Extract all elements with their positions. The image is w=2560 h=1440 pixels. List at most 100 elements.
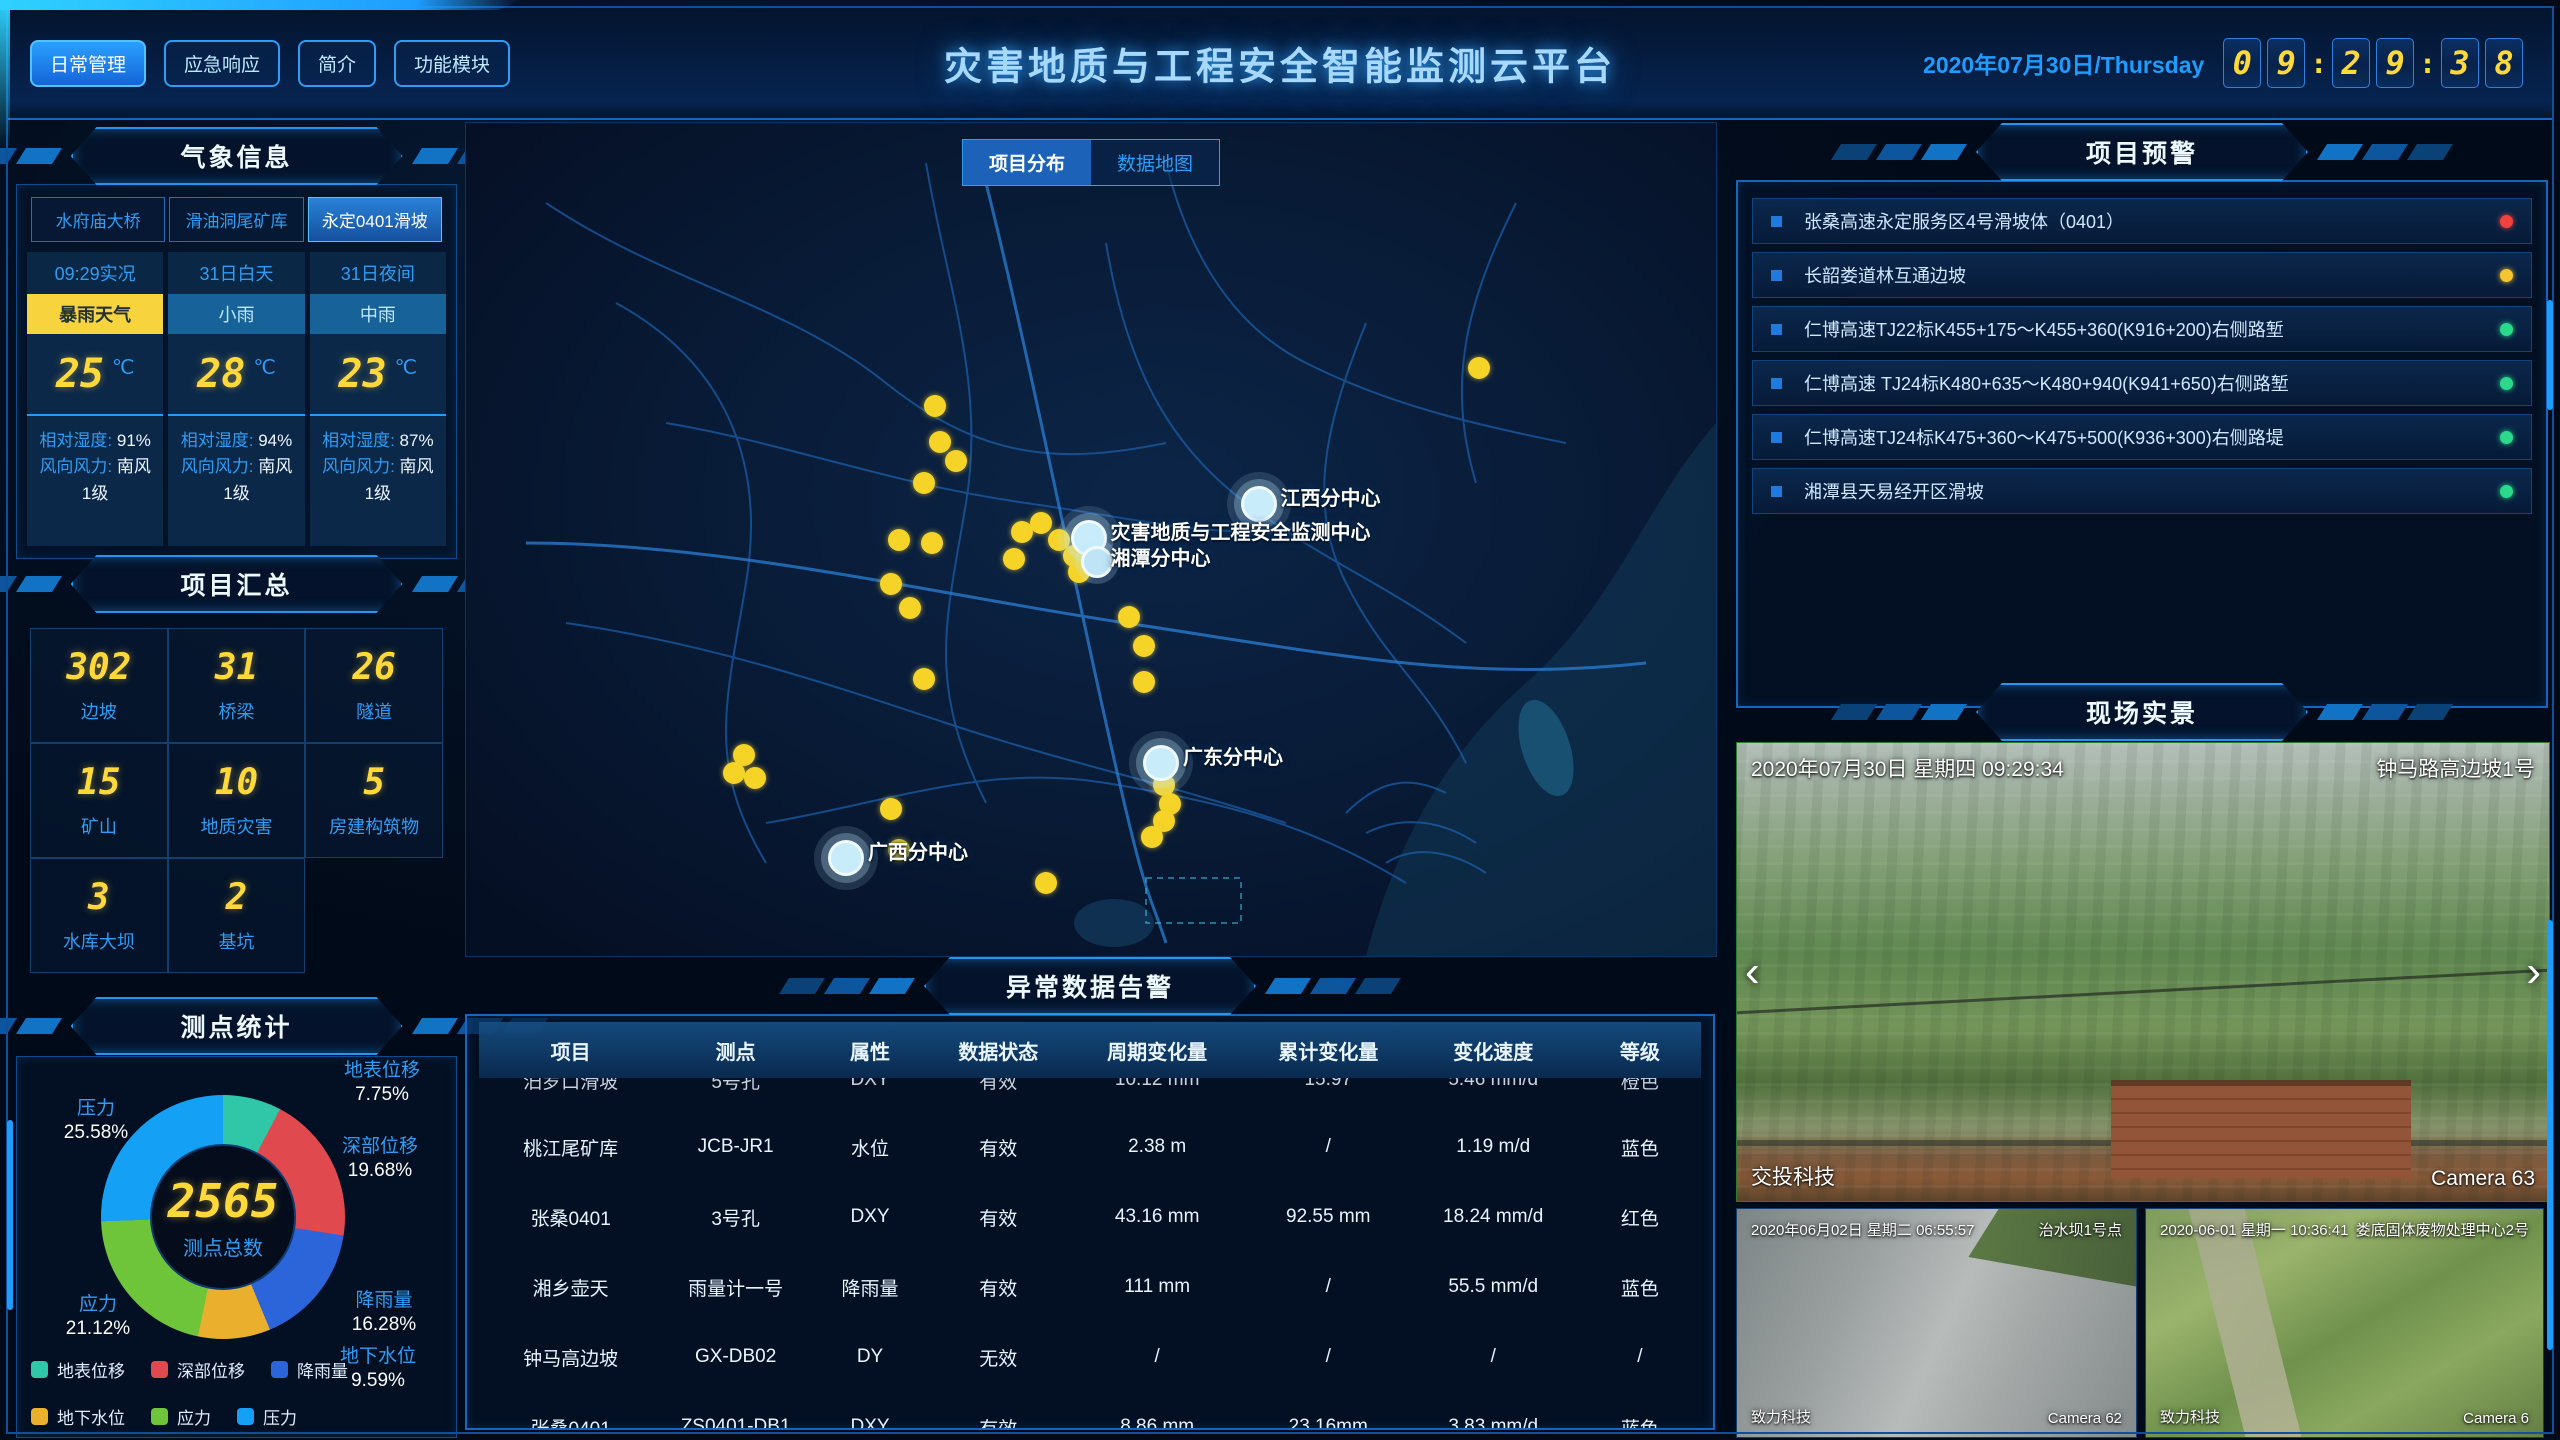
- warning-list-item[interactable]: 仁博高速TJ24标K475+360～K475+500(K936+300)右侧路堤: [1752, 414, 2532, 460]
- nav-button-1[interactable]: 应急响应: [164, 40, 280, 87]
- map-project-dot[interactable]: [1035, 872, 1057, 894]
- map-center-marker-2[interactable]: 广东分中心: [1143, 745, 1179, 781]
- weather-tab-0[interactable]: 水府庙大桥: [31, 197, 165, 242]
- map-project-dot[interactable]: [1118, 606, 1140, 628]
- clock-digit: 9: [2267, 38, 2305, 88]
- table-row[interactable]: 张桑04013号孔DXY有效43.16 mm92.55 mm18.24 mm/d…: [479, 1182, 1701, 1252]
- nav-button-0[interactable]: 日常管理: [30, 40, 146, 87]
- weather-column-0: 09:29实况暴雨天气25℃相对湿度: 91%风向风力: 南风1级: [27, 252, 163, 546]
- map-center-marker-0[interactable]: 江西分中心: [1241, 486, 1277, 522]
- table-cell: 23.16mm: [1249, 1416, 1408, 1430]
- main-camera-view[interactable]: 2020年07月30日 星期四 09:29:34 钟马路高边坡1号 交投科技 C…: [1736, 742, 2550, 1202]
- alerts-header-cell: 累计变化量: [1249, 1036, 1408, 1065]
- weather-humidity: 相对湿度: 94%: [176, 428, 296, 454]
- project-count-value: 2: [226, 877, 248, 918]
- table-row[interactable]: 汨罗口滑坡5号孔DXY有效10.12 mm15.975.46 mm/d橙色: [479, 1078, 1701, 1112]
- map-project-dot[interactable]: [723, 762, 745, 784]
- warning-list-item[interactable]: 仁博高速TJ22标K455+175～K455+360(K916+200)右侧路堑: [1752, 306, 2532, 352]
- weather-tab-1[interactable]: 滑油洞尾矿库: [169, 197, 303, 242]
- map-project-dot[interactable]: [880, 573, 902, 595]
- table-row[interactable]: 湘乡壶天雨量计一号降雨量有效111 mm/55.5 mm/d蓝色: [479, 1252, 1701, 1322]
- humidity-label: 相对湿度:: [322, 431, 399, 450]
- camera-id: Camera 63: [2431, 1167, 2535, 1191]
- camera-thumbnail-2[interactable]: 2020-06-01 星期一 10:36:41娄底固体废物处理中心2号致力科技C…: [2145, 1208, 2544, 1438]
- table-row[interactable]: 钟马高边坡GX-DB02DY无效////: [479, 1322, 1701, 1392]
- weather-humidity: 相对湿度: 87%: [318, 428, 438, 454]
- map-tab-1[interactable]: 数据地图: [1091, 140, 1219, 185]
- weather-tab-2[interactable]: 永定0401滑坡: [308, 197, 442, 242]
- table-cell: ZS0401-DB1: [662, 1416, 809, 1430]
- callout-percent: 19.68%: [315, 1159, 445, 1183]
- project-count-value: 26: [352, 647, 395, 688]
- table-cell: JCB-JR1: [662, 1136, 809, 1158]
- table-cell: 红色: [1579, 1204, 1701, 1231]
- table-cell: 汨罗口滑坡: [479, 1078, 662, 1094]
- weather-temp-value: 25: [56, 351, 104, 397]
- project-count-label: 隧道: [356, 698, 392, 724]
- map-project-dot[interactable]: [921, 532, 943, 554]
- map-project-dot[interactable]: [1030, 512, 1052, 534]
- thumb-camera-id: Camera 6: [2463, 1410, 2529, 1427]
- clock-digit: 0: [2223, 38, 2261, 88]
- donut-center: 2565 测点总数: [150, 1144, 296, 1290]
- map-project-dot[interactable]: [945, 450, 967, 472]
- camera-brand: 交投科技: [1751, 1161, 1835, 1191]
- datetime: 2020年07月30日/Thursday 09:29:38: [1923, 38, 2526, 88]
- map-project-dot[interactable]: [924, 395, 946, 417]
- table-cell: 有效: [931, 1204, 1065, 1231]
- map-project-dot[interactable]: [1141, 826, 1163, 848]
- map-project-dot[interactable]: [880, 798, 902, 820]
- humidity-value: 87%: [400, 431, 434, 450]
- legend-item-0: 地表位移: [31, 1357, 125, 1382]
- clock-digit: 3: [2441, 38, 2479, 88]
- project-map[interactable]: 项目分布数据地图 江西分中心灾害地质与工程安全监测中心湘潭分中心广东分中心广西分…: [465, 122, 1717, 957]
- map-project-dot[interactable]: [1133, 635, 1155, 657]
- warning-list-item[interactable]: 长韶娄道林互通边坡: [1752, 252, 2532, 298]
- map-center-marker-3[interactable]: 广西分中心: [828, 840, 864, 876]
- warning-list-item[interactable]: 张桑高速永定服务区4号滑坡体（0401）: [1752, 198, 2532, 244]
- map-project-dot[interactable]: [744, 767, 766, 789]
- weather-temp-unit: ℃: [253, 355, 275, 380]
- table-cell: 蓝色: [1579, 1414, 1701, 1431]
- warnings-list: 张桑高速永定服务区4号滑坡体（0401） 长韶娄道林互通边坡仁博高速TJ22标K4…: [1736, 180, 2548, 708]
- map-project-dot[interactable]: [888, 529, 910, 551]
- weather-wind: 风向风力: 南风1级: [176, 454, 296, 507]
- nav-button-2[interactable]: 简介: [298, 40, 376, 87]
- table-row[interactable]: 张桑0401ZS0401-DB1DXY有效8.86 mm23.16mm3.83 …: [479, 1392, 1701, 1430]
- center-label-line: 广东分中心: [1183, 745, 1283, 771]
- map-project-dot[interactable]: [899, 597, 921, 619]
- warning-list-item[interactable]: 仁博高速 TJ24标K480+635～K480+940(K941+650)右侧路…: [1752, 360, 2532, 406]
- map-project-dot[interactable]: [1468, 357, 1490, 379]
- map-project-dot[interactable]: [1133, 671, 1155, 693]
- center-label-line: 广西分中心: [868, 840, 968, 866]
- warning-list-item[interactable]: 湘潭县天易经开区滑坡: [1752, 468, 2532, 514]
- table-row[interactable]: 桃江尾矿库JCB-JR1水位有效2.38 m/1.19 m/d蓝色: [479, 1112, 1701, 1182]
- weather-title: 气象信息: [71, 127, 403, 185]
- table-cell: /: [1579, 1346, 1701, 1368]
- map-project-dot[interactable]: [913, 668, 935, 690]
- table-cell: 111 mm: [1066, 1276, 1249, 1298]
- warning-label: 长韶娄道林互通边坡: [1804, 262, 2500, 288]
- table-cell: 钟马高边坡: [479, 1344, 662, 1371]
- warning-label: 仁博高速TJ22标K455+175～K455+360(K916+200)右侧路堑: [1804, 316, 2500, 342]
- project-count-cell: 10地质灾害: [168, 743, 306, 858]
- weather-banner: 气象信息: [16, 132, 457, 180]
- next-camera-icon[interactable]: ›: [2526, 950, 2541, 994]
- prev-camera-icon[interactable]: ‹: [1745, 950, 1760, 994]
- map-project-dot[interactable]: [1003, 548, 1025, 570]
- project-summary-panel: 项目汇总 302边坡31桥梁26隧道15矿山10地质灾害5房建构筑物3水库大坝2…: [16, 560, 457, 987]
- clock-digit: 2: [2332, 38, 2370, 88]
- map-tabs: 项目分布数据地图: [962, 139, 1220, 186]
- wind-label: 风向风力:: [181, 457, 258, 476]
- warning-label: 湘潭县天易经开区滑坡: [1804, 478, 2500, 504]
- map-project-dot[interactable]: [913, 472, 935, 494]
- project-count-label: 桥梁: [218, 698, 254, 724]
- project-count-label: 房建构筑物: [329, 813, 419, 839]
- map-center-marker-1[interactable]: 灾害地质与工程安全监测中心湘潭分中心: [1071, 520, 1107, 556]
- project-count-label: 矿山: [81, 813, 117, 839]
- nav-button-3[interactable]: 功能模块: [394, 40, 510, 87]
- camera-thumbnail-1[interactable]: 2020年06月02日 星期二 06:55:57治水坝1号点致力科技Camera…: [1736, 1208, 2137, 1438]
- map-project-dot[interactable]: [929, 431, 951, 453]
- weather-box: 水府庙大桥滑油洞尾矿库永定0401滑坡 09:29实况暴雨天气25℃相对湿度: …: [16, 184, 457, 559]
- map-tab-0[interactable]: 项目分布: [963, 140, 1091, 185]
